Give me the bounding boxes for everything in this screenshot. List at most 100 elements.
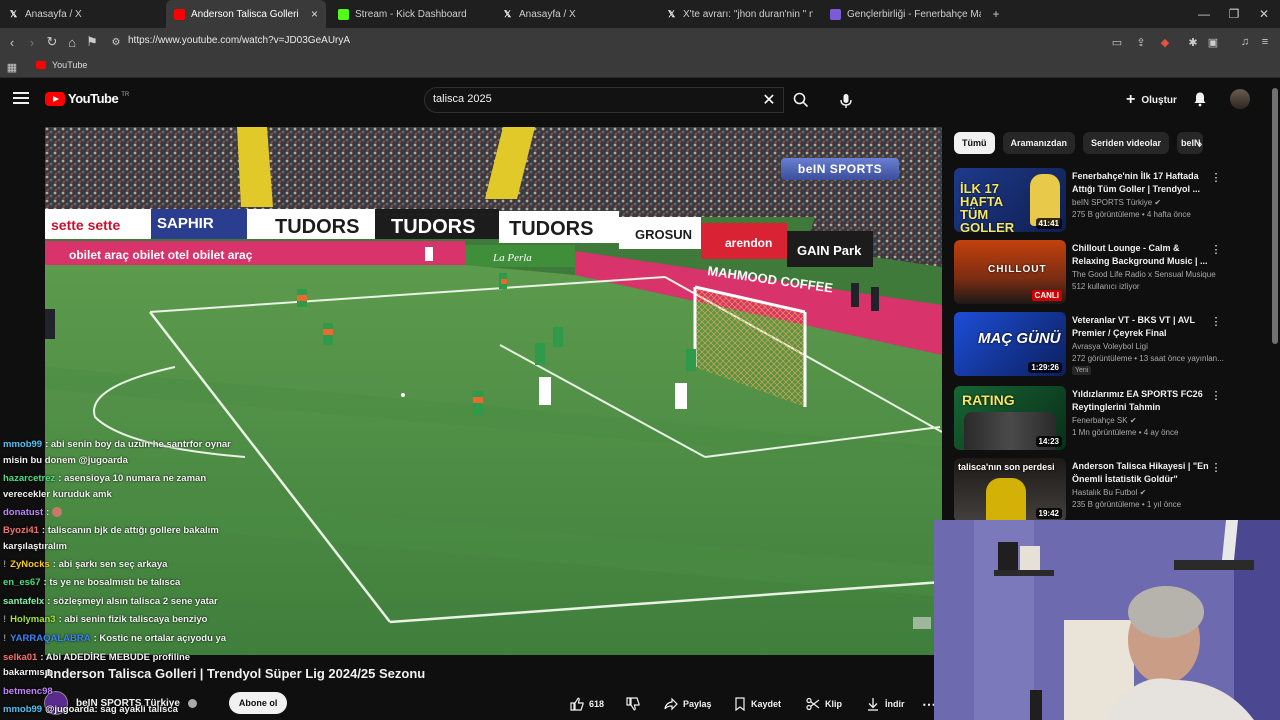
chat-message: bakarmısın: [3, 665, 53, 680]
back-icon[interactable]: ‹: [4, 34, 20, 50]
create-button[interactable]: + Oluştur: [1116, 88, 1187, 112]
more-options-icon[interactable]: ⋮: [1211, 242, 1222, 256]
video-meta: 275 B görüntüleme • 4 hafta önce: [1072, 210, 1191, 219]
forward-icon[interactable]: ›: [24, 34, 40, 50]
share-button[interactable]: Paylaş: [664, 692, 712, 716]
channel-name[interactable]: Avrasya Voleybol Ligi: [1072, 342, 1148, 351]
dislike-button[interactable]: [626, 692, 640, 716]
apps-grid-icon[interactable]: ▦: [4, 59, 20, 75]
chat-message: donatust:: [3, 505, 62, 520]
search-button[interactable]: [786, 87, 816, 113]
recommended-video[interactable]: talisca'nın son perdesi 19:42 Anderson T…: [954, 458, 1226, 526]
region-code: TR: [121, 91, 130, 98]
youtube-icon: [36, 61, 46, 69]
recommended-video[interactable]: CHILLOUT CANLI Chillout Lounge - Calm & …: [954, 240, 1226, 308]
recommended-video[interactable]: MAÇ GÜNÜ 1:29:26 Veteranlar VT - BKS VT …: [954, 312, 1226, 380]
chat-message: misin bu donem @jugoarda: [3, 453, 128, 468]
site-info-icon[interactable]: ⚙: [108, 34, 124, 50]
bookmark-youtube[interactable]: YouTube: [36, 60, 87, 70]
search-input[interactable]: [433, 93, 753, 105]
x-icon: 𝕏: [9, 8, 18, 19]
share-icon[interactable]: ⇪: [1134, 35, 1148, 49]
recommended-video[interactable]: RATING 14:23 Yıldızlarımız EA SPORTS FC2…: [954, 386, 1226, 454]
more-options-icon[interactable]: ⋮: [1211, 314, 1222, 328]
extensions-icon[interactable]: ✱: [1186, 35, 1200, 49]
browser-tab-bar: 𝕏 Anasayfa / X Anderson Talisca Golleri …: [0, 0, 1280, 28]
home-icon[interactable]: ⌂: [64, 34, 80, 50]
more-options-icon[interactable]: ⋮: [1211, 170, 1222, 184]
like-button[interactable]: 618: [570, 692, 604, 716]
new-tab-button[interactable]: +: [980, 0, 1012, 28]
bookmark-icon[interactable]: ⚑: [84, 34, 100, 50]
video-title[interactable]: Anderson Talisca Hikayesi | "En Önemli İ…: [1072, 460, 1212, 486]
account-avatar[interactable]: [1230, 89, 1250, 109]
download-icon: [868, 698, 878, 711]
video-thumbnail[interactable]: MAÇ GÜNÜ 1:29:26: [954, 312, 1066, 376]
video-thumbnail[interactable]: talisca'nın son perdesi 19:42: [954, 458, 1066, 522]
svg-text:GAIN Park: GAIN Park: [797, 243, 862, 258]
scrollbar-thumb[interactable]: [1272, 88, 1278, 344]
save-button[interactable]: Kaydet: [734, 692, 781, 716]
clip-button[interactable]: Klip: [806, 692, 842, 716]
channel-name[interactable]: beIN SPORTS Türkiye ✔: [1072, 198, 1161, 207]
youtube-logo[interactable]: YouTube TR: [45, 91, 129, 106]
url-field[interactable]: https://www.youtube.com/watch?v=JD03GeAU…: [128, 35, 350, 46]
video-thumbnail[interactable]: RATING 14:23: [954, 386, 1066, 450]
tab-title: Stream - Kick Dashboard: [355, 8, 467, 20]
chip-from-search[interactable]: Aramanızdan: [1002, 132, 1076, 154]
wallet-icon[interactable]: ▣: [1206, 35, 1220, 49]
share-arrow-icon: [664, 697, 678, 711]
browser-tab[interactable]: 𝕏 X'te avrarı: "jhon duran'nin " nintend: [658, 0, 814, 28]
hamburger-menu-icon[interactable]: [13, 92, 29, 106]
tab-title: Anasayfa / X: [519, 8, 576, 20]
music-icon[interactable]: ♫: [1238, 35, 1252, 49]
live-badge: CANLI: [1031, 290, 1062, 301]
purple-site-icon: [830, 8, 841, 20]
menu-icon[interactable]: ≡: [1258, 35, 1272, 49]
more-options-icon[interactable]: ⋮: [1211, 388, 1222, 402]
channel-name[interactable]: The Good Life Radio x Sensual Musique: [1072, 270, 1222, 279]
save-label: Kaydet: [751, 699, 782, 709]
maximize-button[interactable]: ❐: [1218, 0, 1250, 28]
thumbnail-text: talisca'nın son perdesi: [958, 462, 1055, 472]
chip-from-series[interactable]: Seriden videolar: [1083, 132, 1170, 154]
thumbs-up-icon: [570, 697, 584, 711]
download-button[interactable]: İndir: [866, 692, 905, 716]
video-thumbnail[interactable]: CHILLOUT CANLI: [954, 240, 1066, 304]
close-tab-icon[interactable]: ×: [311, 7, 318, 21]
chat-text: @jugoarda: sag ayakli talisca: [45, 704, 178, 715]
video-title[interactable]: Veteranlar VT - BKS VT | AVL Premier / Ç…: [1072, 314, 1212, 340]
browser-tab[interactable]: 𝕏 Anasayfa / X: [494, 0, 656, 28]
voice-search-button[interactable]: [834, 89, 858, 113]
browser-tab[interactable]: 𝕏 Anasayfa / X: [0, 0, 166, 28]
page-scrollbar[interactable]: [1272, 88, 1278, 348]
browser-tab[interactable]: Stream - Kick Dashboard: [330, 0, 492, 28]
cast-icon[interactable]: ▭: [1110, 35, 1124, 49]
channel-text: Fenerbahçe SK: [1072, 416, 1128, 425]
channel-name[interactable]: Hastalık Bu Futbol ✔: [1072, 488, 1146, 497]
notifications-bell-icon[interactable]: [1192, 91, 1208, 107]
chevron-right-icon[interactable]: ›: [1198, 136, 1202, 151]
recommended-video[interactable]: İLK 17 HAFTA TÜM GOLLER 41:41 Fenerbahçe…: [954, 168, 1226, 236]
scissors-icon: [806, 697, 820, 711]
video-title[interactable]: Chillout Lounge - Calm & Relaxing Backgr…: [1072, 242, 1212, 268]
youtube-header: YouTube TR ✕ + Oluştur: [0, 78, 1280, 122]
plus-icon: +: [1126, 91, 1136, 108]
minimize-button[interactable]: —: [1188, 0, 1220, 28]
video-title[interactable]: Yıldızlarımız EA SPORTS FC26 Reytingleri…: [1072, 388, 1212, 414]
browser-tab-active[interactable]: Anderson Talisca Golleri - Tre ×: [166, 0, 326, 28]
chip-all[interactable]: Tümü: [954, 132, 995, 154]
chat-username: betmenc98: [3, 686, 53, 697]
channel-name[interactable]: Fenerbahçe SK ✔: [1072, 416, 1137, 425]
clear-search-icon[interactable]: ✕: [760, 91, 778, 109]
video-thumbnail[interactable]: İLK 17 HAFTA TÜM GOLLER 41:41: [954, 168, 1066, 232]
new-badge: Yeni: [1072, 366, 1092, 375]
close-window-button[interactable]: ✕: [1248, 0, 1280, 28]
svg-text:TUDORS: TUDORS: [391, 216, 475, 238]
brave-shield-icon[interactable]: ◆: [1158, 35, 1172, 49]
video-title[interactable]: Fenerbahçe'nin İlk 17 Haftada Attığı Tüm…: [1072, 170, 1212, 196]
browser-tab[interactable]: Gençlerbirliği - Fenerbahçe Maç Özet: [822, 0, 982, 28]
reload-icon[interactable]: ↻: [44, 34, 60, 50]
bookmarks-bar: ▦ YouTube: [0, 56, 1280, 78]
more-options-icon[interactable]: ⋮: [1211, 460, 1222, 474]
